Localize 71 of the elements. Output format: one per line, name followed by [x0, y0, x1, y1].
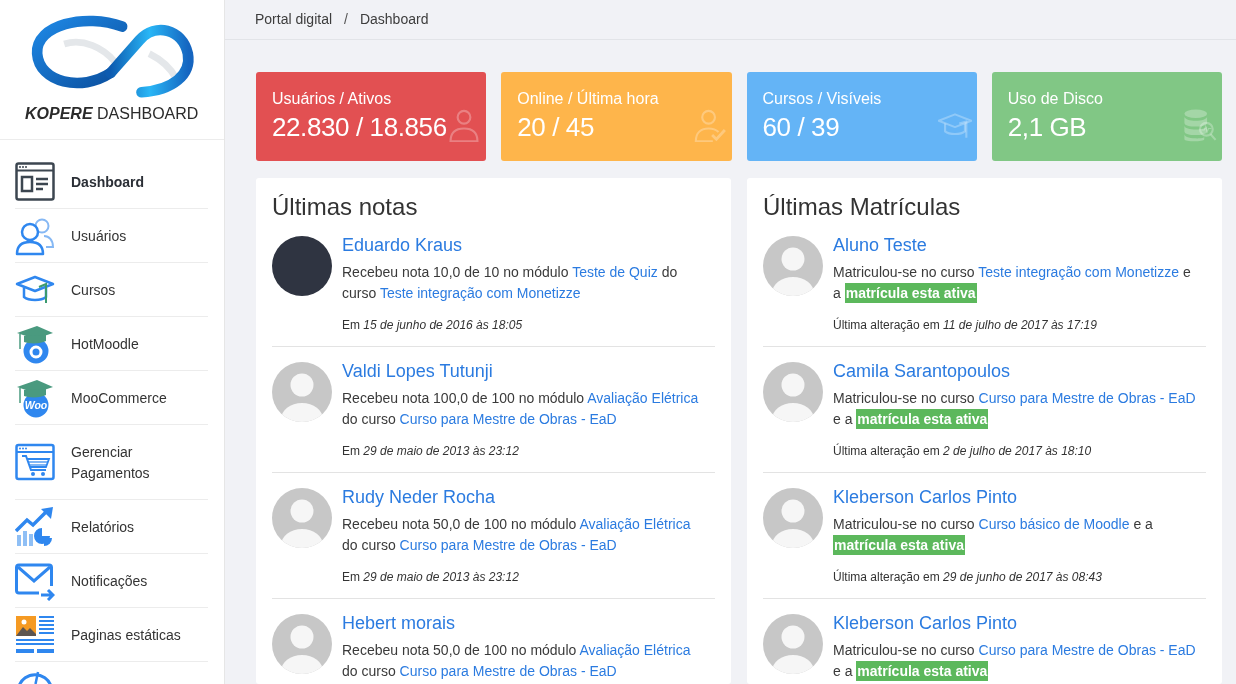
logo-wordmark: KOPERE DASHBOARD	[25, 104, 199, 124]
sidebar-item[interactable]: Dashboard	[15, 155, 208, 209]
course-link[interactable]: Curso para Mestre de Obras - EaD	[399, 411, 617, 427]
database-search-icon	[1183, 108, 1217, 142]
message-text: Recebeu nota 50,0 de 100 no módulo Avaliação Elétrica do curso Curso para Mestre de Obras - EaD	[342, 641, 692, 681]
stat-value: 60 / 39	[762, 111, 840, 143]
module-link[interactable]: Teste de Quiz	[572, 264, 658, 280]
user-name-link[interactable]: Rudy Neder Rocha	[342, 486, 496, 508]
course-link[interactable]: Curso para Mestre de Obras - EaD	[978, 390, 1196, 406]
course-link[interactable]: Curso para Mestre de Obras - EaD	[399, 537, 617, 553]
status-badge: matrícula esta ativa	[844, 283, 977, 303]
panel-title: Últimas Matrículas	[763, 193, 961, 221]
module-link[interactable]: Avaliação Elétrica	[579, 516, 691, 532]
message-text: Matriculou-se no curso Curso para Mestre de Obras - EaD e a matrícula esta ativa	[833, 389, 1197, 430]
user-name-link[interactable]: Hebert morais	[342, 612, 456, 634]
sidebar-item[interactable]: Cursos	[15, 263, 208, 317]
date-text: Última alteração em 11 de julho de 2017 às 17:19	[833, 317, 1097, 333]
user-icon	[447, 108, 482, 142]
module-link[interactable]: Avaliação Elétrica	[587, 390, 699, 406]
stat-label: Online / Última hora	[517, 89, 659, 109]
sidebar-item[interactable]: Gerenciar Pagamentos	[15, 425, 208, 500]
browser-window-icon	[15, 162, 55, 202]
message-text: Recebeu nota 50,0 de 100 no módulo Avaliação Elétrica do curso Curso para Mestre de Obras - EaD	[342, 515, 692, 555]
envelope-arrow-icon	[15, 561, 55, 601]
breadcrumb-current: Dashboard	[359, 9, 429, 28]
stat-label: Usuários / Ativos	[272, 89, 392, 109]
user-name-link[interactable]: Camila Sarantopoulos	[833, 360, 1011, 382]
course-link[interactable]: Teste integração com Monetizze	[379, 285, 581, 301]
date-text: Em 15 de junho de 2016 às 18:05	[342, 317, 523, 333]
sidebar-item[interactable]: HotMoodle	[15, 317, 208, 371]
course-link[interactable]: Curso para Mestre de Obras - EaD	[978, 642, 1196, 658]
cap-ring-icon	[15, 324, 55, 364]
module-link[interactable]: Avaliação Elétrica	[579, 642, 691, 658]
users-icon	[15, 216, 55, 256]
message-text: Recebeu nota 100,0 de 100 no módulo Avaliação Elétrica do curso Curso para Mestre de Obras - EaD	[342, 389, 700, 429]
status-badge: matrícula esta ativa	[833, 535, 965, 555]
status-badge: matrícula esta ativa	[856, 409, 989, 429]
course-link[interactable]: Curso para Mestre de Obras - EaD	[399, 663, 617, 679]
cart-window-icon	[15, 442, 55, 483]
sidebar-item[interactable]: Relatórios	[15, 500, 208, 554]
date-text: Última alteração em 2 de julho de 2017 às 18:10	[833, 443, 1092, 459]
stat-label: Uso de Disco	[1007, 89, 1103, 109]
sidebar-item[interactable]: Woo MooCommerce	[15, 371, 208, 425]
stat-value: 2,1 GB	[1007, 111, 1087, 143]
sidebar-item[interactable]: Usuários	[15, 209, 208, 263]
message-text: Matriculou-se no curso Curso básico de Moodle e a matrícula esta ativa	[833, 515, 1154, 556]
course-link[interactable]: Teste integração com Monetizze	[978, 264, 1179, 280]
breadcrumb-separator: /	[344, 9, 348, 28]
user-name-link[interactable]: Eduardo Kraus	[342, 234, 463, 256]
date-text: Em 29 de maio de 2013 às 23:12	[342, 569, 519, 585]
user-name-link[interactable]: Kleberson Carlos Pinto	[833, 612, 1018, 634]
image-document-icon	[15, 615, 55, 655]
user-check-icon	[692, 108, 727, 142]
breadcrumb-link[interactable]: Portal digital	[255, 9, 333, 28]
message-text: Matriculou-se no curso Teste integração com Monetizze e a matrícula esta ativa	[833, 263, 1192, 304]
panel-title: Últimas notas	[272, 193, 418, 221]
user-name-link[interactable]: Valdi Lopes Tutunji	[342, 360, 493, 382]
message-text: Recebeu nota 10,0 de 10 no módulo Teste de Quiz do curso Teste integração com Monetizze	[342, 263, 679, 303]
date-text: Última alteração em 29 de junho de 2017 às 08:43	[833, 569, 1102, 585]
user-name-link[interactable]: Kleberson Carlos Pinto	[833, 486, 1018, 508]
date-text: Em 29 de maio de 2013 às 23:12	[342, 443, 519, 459]
sidebar-item[interactable]: Paginas estáticas	[15, 608, 208, 662]
status-badge: matrícula esta ativa	[856, 661, 989, 681]
growth-chart-icon	[15, 507, 55, 547]
user-name-link[interactable]: Aluno Teste	[833, 234, 927, 256]
message-text: Matriculou-se no curso Curso para Mestre de Obras - EaD e a matrícula esta ativa	[833, 641, 1197, 682]
stat-label: Cursos / Visíveis	[762, 89, 882, 109]
sidebar-item[interactable]: Notificações	[15, 554, 208, 608]
course-link[interactable]: Curso básico de Moodle	[978, 516, 1130, 532]
stat-value: 22.830 / 18.856	[272, 111, 447, 143]
stat-value: 20 / 45	[517, 111, 594, 143]
